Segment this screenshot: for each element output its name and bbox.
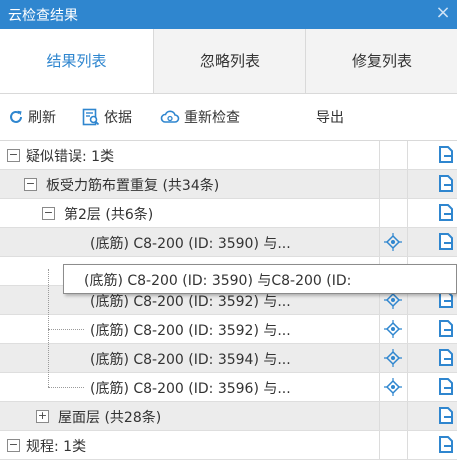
recheck-button[interactable]: 重新检查 (160, 106, 240, 128)
document-search-icon (82, 108, 100, 126)
refresh-button[interactable]: 刷新 (8, 106, 56, 128)
tree-node-duplicate-rebar[interactable]: − 板受力筋布置重复 (共34条) (0, 170, 457, 199)
toolbar: 刷新 依据 重新检查 导出 (0, 94, 457, 140)
collapse-icon[interactable]: − (24, 178, 37, 191)
tree-node-next[interactable]: − 规程: 1类 (0, 431, 457, 460)
item-label: (底筋) C8-200 (ID: 3596) 与... (90, 381, 291, 397)
title-bar: 云检查结果 × (0, 0, 457, 29)
close-icon[interactable]: × (433, 3, 453, 23)
tooltip-text: (底筋) C8-200 (ID: 3590) 与C8-200 (ID: (84, 273, 352, 289)
tree-item[interactable]: (底筋) C8-200 (ID: 3596) 与... (0, 373, 457, 402)
tree-item[interactable]: (底筋) C8-200 (ID: 3590) 与... (0, 228, 457, 257)
tab-fixed[interactable]: 修复列表 (305, 29, 457, 93)
item-label: (底筋) C8-200 (ID: 3592) 与... (90, 323, 291, 339)
tree-node-roof[interactable]: + 屋面层 (共28条) (0, 402, 457, 431)
collapse-icon[interactable]: − (7, 149, 20, 162)
node-label: 疑似错误: 1类 (26, 149, 115, 165)
locate-icon[interactable] (384, 320, 402, 338)
result-tree: − 疑似错误: 1类 − 板受力筋布置重复 (共34条) − 第2层 (共6条)… (0, 140, 457, 468)
locate-cell (379, 141, 408, 169)
item-label: (底筋) C8-200 (ID: 3590) 与... (90, 236, 291, 252)
tree-node-suspect-errors[interactable]: − 疑似错误: 1类 (0, 141, 457, 170)
document-icon[interactable] (438, 407, 454, 424)
node-label: 板受力筋布置重复 (共34条) (46, 178, 220, 194)
tree-item[interactable]: (底筋) C8-200 (ID: 3592) 与... (0, 315, 457, 344)
tooltip: (底筋) C8-200 (ID: 3590) 与C8-200 (ID: (63, 264, 457, 294)
refresh-label: 刷新 (28, 110, 56, 126)
export-button[interactable]: 导出 (316, 106, 344, 128)
tree-connector (48, 329, 84, 330)
tree-node-floor2[interactable]: − 第2层 (共6条) (0, 199, 457, 228)
expand-icon[interactable]: + (36, 410, 49, 423)
item-label: (底筋) C8-200 (ID: 3592) 与... (90, 294, 291, 310)
document-icon[interactable] (438, 233, 454, 250)
locate-cell (379, 402, 408, 430)
locate-icon[interactable] (384, 233, 402, 251)
locate-cell (379, 431, 408, 459)
recheck-label: 重新检查 (184, 110, 240, 126)
document-icon[interactable] (438, 175, 454, 192)
locate-icon[interactable] (384, 378, 402, 396)
locate-cell (379, 199, 408, 227)
node-label: 规程: 1类 (26, 439, 87, 455)
tab-results[interactable]: 结果列表 (0, 29, 153, 93)
document-icon[interactable] (438, 204, 454, 221)
refresh-icon (10, 110, 22, 123)
tab-ignored[interactable]: 忽略列表 (153, 29, 306, 93)
document-icon[interactable] (438, 146, 454, 163)
cloud-check-icon (160, 110, 180, 123)
export-label: 导出 (316, 110, 344, 126)
node-label: 屋面层 (共28条) (58, 410, 162, 426)
item-label: (底筋) C8-200 (ID: 3594) 与... (90, 352, 291, 368)
tree-guide-line (48, 269, 49, 387)
document-icon[interactable] (438, 436, 454, 453)
node-label: 第2层 (共6条) (64, 207, 154, 223)
tree-item[interactable]: (底筋) C8-200 (ID: 3594) 与... (0, 344, 457, 373)
locate-icon[interactable] (384, 349, 402, 367)
window-title: 云检查结果 (8, 8, 78, 24)
collapse-icon[interactable]: − (7, 439, 20, 452)
tree-connector (48, 387, 84, 388)
tab-bar: 结果列表 忽略列表 修复列表 (0, 29, 457, 94)
collapse-icon[interactable]: − (42, 207, 55, 220)
document-icon[interactable] (438, 378, 454, 395)
document-icon[interactable] (438, 349, 454, 366)
document-icon[interactable] (438, 320, 454, 337)
basis-button[interactable]: 依据 (82, 106, 132, 128)
basis-label: 依据 (104, 110, 132, 126)
locate-cell (379, 170, 408, 198)
